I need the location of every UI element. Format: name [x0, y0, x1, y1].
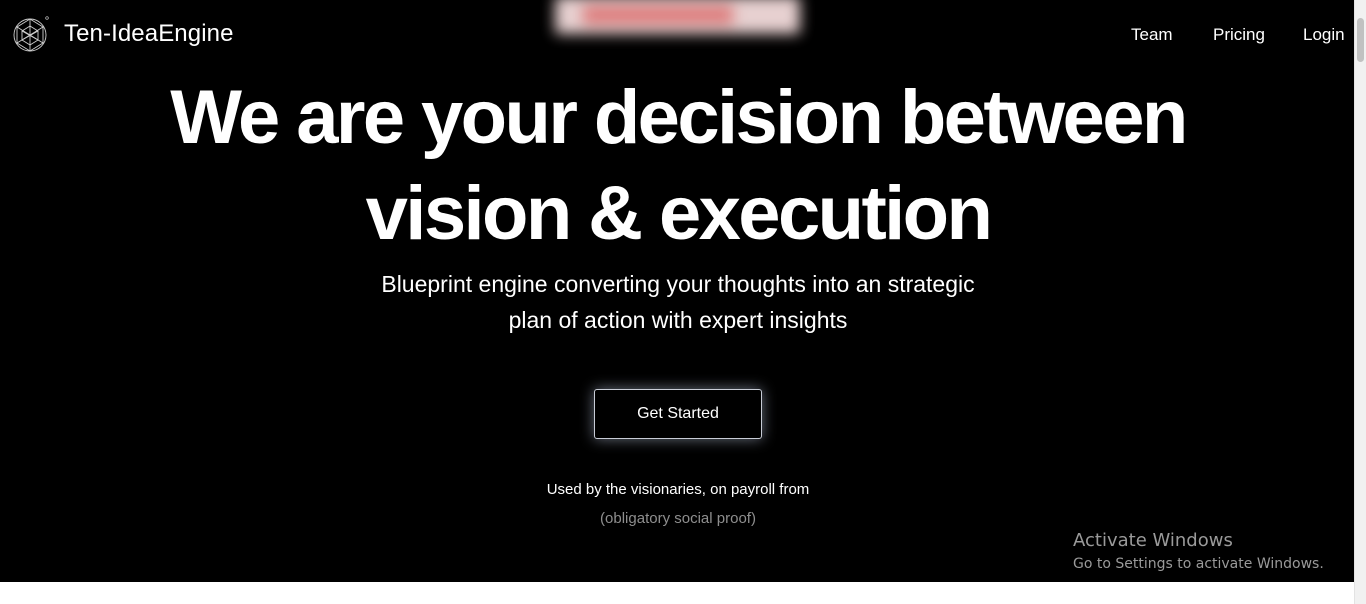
watermark-title: Activate Windows [1073, 530, 1233, 551]
subtitle-line-2: plan of action with expert insights [508, 307, 848, 333]
brand-name[interactable]: Ten-IdeaEngine [64, 20, 234, 48]
nav-login-link[interactable]: Login [1303, 25, 1345, 45]
hero-headline: We are your decision between vision & ex… [0, 70, 1354, 262]
vertical-scrollbar[interactable] [1354, 0, 1366, 604]
nav-team-link[interactable]: Team [1131, 25, 1173, 45]
scrollbar-thumb[interactable] [1357, 18, 1364, 62]
blurred-promo-banner [555, 0, 800, 34]
social-proof-subtitle: (obligatory social proof) [600, 510, 756, 527]
watermark-subtitle: Go to Settings to activate Windows. [1073, 556, 1324, 572]
headline-line-1: We are your decision between [170, 75, 1188, 160]
hero-section: Ten-IdeaEngine Team Pricing Login We are… [0, 0, 1354, 582]
windows-activation-watermark: Activate Windows Go to Settings to activ… [1073, 530, 1324, 574]
social-proof-title: Used by the visionaries, on payroll from [546, 481, 810, 498]
nav-pricing-link[interactable]: Pricing [1213, 25, 1265, 45]
hero-subtitle: Blueprint engine converting your thought… [0, 266, 1354, 338]
headline-line-2: vision & execution [365, 171, 993, 256]
geodesic-sphere-icon[interactable] [13, 16, 49, 52]
subtitle-line-1: Blueprint engine converting your thought… [381, 271, 975, 297]
get-started-button[interactable]: Get Started [594, 389, 762, 439]
